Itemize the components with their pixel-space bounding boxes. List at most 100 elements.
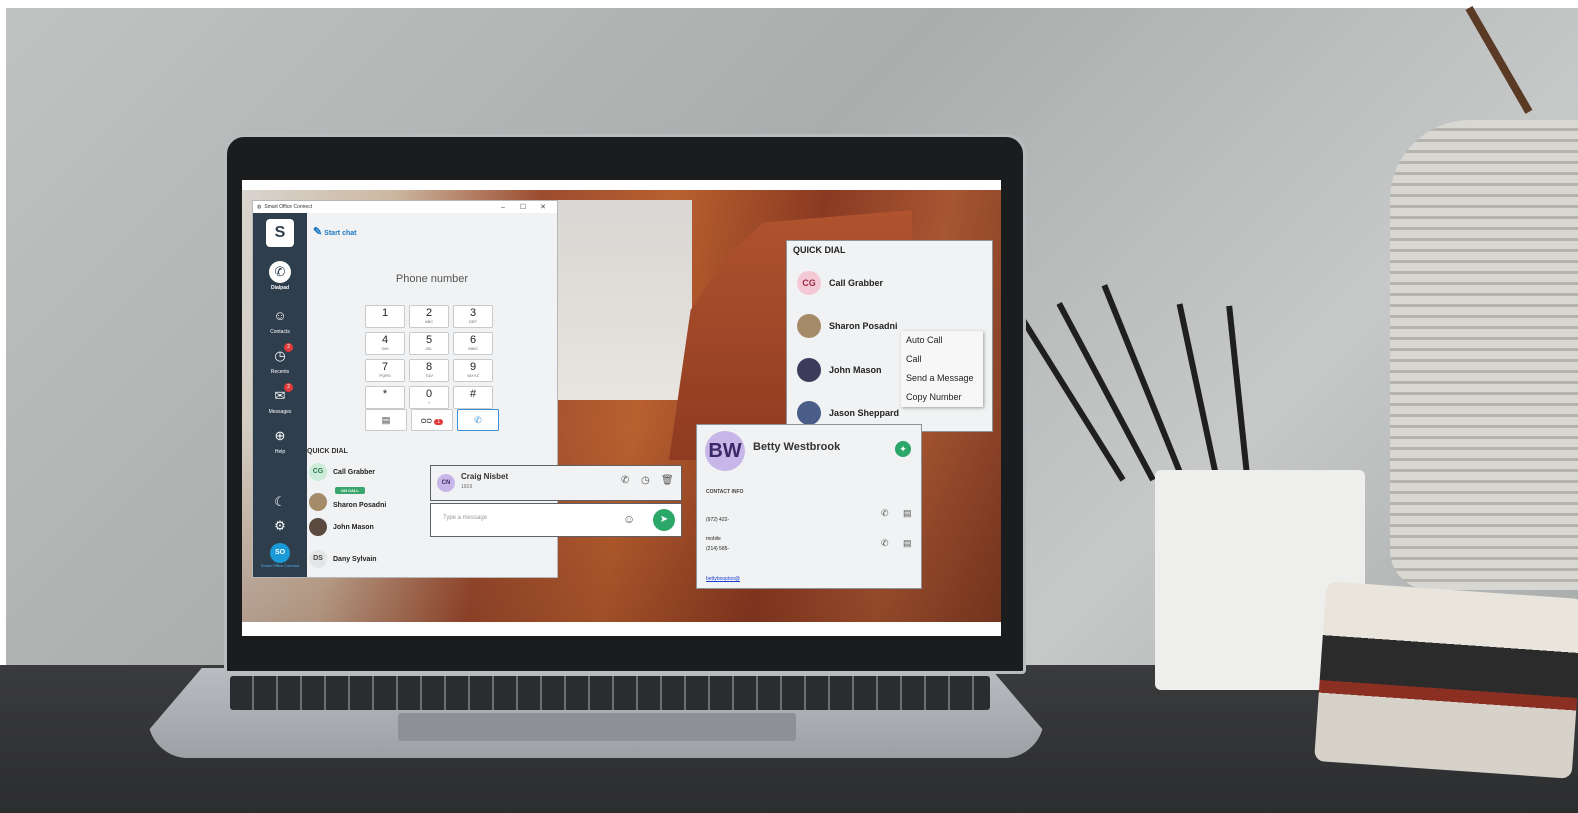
minimize-button[interactable]: –: [493, 204, 513, 211]
message-icon[interactable]: ▤: [903, 508, 912, 519]
call-button[interactable]: ✆: [457, 409, 499, 431]
app-logo-icon: S: [266, 219, 294, 247]
key-3[interactable]: 3 DEF: [453, 305, 493, 328]
avatar: CG: [797, 271, 821, 295]
laptop-keyboard: [230, 676, 990, 710]
call-icon[interactable]: ✆: [621, 475, 629, 486]
nav-recents[interactable]: ◷ 2 Recents: [253, 343, 307, 375]
menu-item-copy-number[interactable]: Copy Number: [901, 388, 983, 407]
quick-dial-item[interactable]: CG Call Grabber: [309, 463, 375, 481]
avatar: CG: [309, 463, 327, 481]
nav-label: Contacts: [270, 329, 290, 335]
key-2[interactable]: 2 ABC: [409, 305, 449, 328]
messages-badge: 2: [284, 383, 293, 392]
phone-number-input[interactable]: Phone number: [307, 273, 557, 285]
key-digit: #: [469, 388, 477, 400]
key-letters: MNO: [468, 346, 478, 351]
dnd-toggle[interactable]: ☾: [253, 491, 307, 515]
voicemail-button[interactable]: ᴑᴑ 1: [411, 409, 453, 431]
contact-name: Jason Sheppard: [829, 408, 900, 418]
window-titlebar: ◍ Smart Office Connect – ☐ ✕: [253, 201, 557, 213]
key-letters: GHI: [381, 346, 389, 351]
settings-button[interactable]: ⚙: [253, 515, 307, 539]
key-1[interactable]: 1: [365, 305, 405, 328]
key-4[interactable]: 4 GHI: [365, 332, 405, 355]
quick-dial-title: QUICK DIAL: [307, 448, 348, 455]
maximize-button[interactable]: ☐: [513, 203, 533, 211]
window-title: Smart Office Connect: [264, 204, 313, 210]
avatar-label: Smart Office Connect: [260, 563, 300, 568]
key-letters: +: [427, 400, 431, 405]
key-star[interactable]: *: [365, 386, 405, 409]
pencil-decoration: [1101, 284, 1186, 482]
nav-label: Dialpad: [270, 285, 290, 291]
contact-name: Call Grabber: [829, 278, 884, 288]
send-icon: ➤: [659, 514, 669, 525]
contact-name: Sharon Posadni: [333, 501, 387, 509]
quick-dial-item[interactable]: John Mason: [309, 518, 374, 536]
globe-icon: ⊕: [274, 428, 286, 443]
avatar: [797, 314, 821, 338]
key-7[interactable]: 7 PQRS: [365, 359, 405, 382]
message-placeholder: Type a message: [443, 515, 488, 521]
call-icon[interactable]: ✆: [881, 508, 889, 519]
quick-dial-panel: QUICK DIAL CG Call Grabber Sharon Posadn…: [786, 240, 993, 432]
chat-popup: CN Craig Nisbet 1919 ✆ ◷ 🗑 Type a messag…: [430, 465, 682, 537]
key-5[interactable]: 5 JKL: [409, 332, 449, 355]
key-0[interactable]: 0 +: [409, 386, 449, 409]
contact-icon: ☺: [273, 308, 287, 323]
quick-dial-item[interactable]: DS Dany Sylvain: [309, 550, 377, 568]
moon-icon: ☾: [274, 494, 286, 509]
key-digit: 8: [425, 361, 433, 373]
message-button[interactable]: ▤: [365, 409, 407, 431]
quick-dial-item[interactable]: CG Call Grabber: [797, 271, 883, 295]
chat-contact-name: Craig Nisbet: [461, 472, 509, 481]
quick-dial-item[interactable]: ON CALL Sharon Posadni: [309, 487, 387, 511]
message-input[interactable]: Type a message ☺ ➤: [430, 503, 682, 537]
key-digit: 9: [469, 361, 477, 373]
message-icon[interactable]: ▤: [903, 538, 912, 549]
key-hash[interactable]: #: [453, 386, 493, 409]
pin-button[interactable]: ✦: [895, 441, 911, 457]
timer-icon[interactable]: ◷: [641, 475, 650, 486]
frame-top: [0, 0, 1578, 8]
key-6[interactable]: 6 MNO: [453, 332, 493, 355]
nav-contacts[interactable]: ☺ Contacts: [253, 305, 307, 335]
quick-dial-item[interactable]: John Mason: [797, 358, 882, 382]
menu-item-call[interactable]: Call: [901, 350, 983, 369]
key-digit: 3: [469, 307, 477, 319]
gear-icon: ⚙: [274, 518, 286, 533]
key-digit: 1: [381, 307, 389, 319]
pencil-decoration: [1176, 303, 1221, 486]
key-digit: 6: [469, 334, 477, 346]
menu-item-send-message[interactable]: Send a Message: [901, 369, 983, 388]
keypad: 1 2 ABC 3 DEF 4 GHI 5 JKL 6 MNO 7 PQRS 8 TUV 9W…: [365, 305, 497, 409]
menu-item-auto-call[interactable]: Auto Call: [901, 331, 983, 350]
nav-label: Help: [274, 449, 286, 455]
user-avatar[interactable]: SO Smart Office Connect: [253, 543, 307, 569]
nav-messages[interactable]: ✉ 2 Messages: [253, 383, 307, 415]
key-9[interactable]: 9 WXYZ: [453, 359, 493, 382]
send-button[interactable]: ➤: [653, 509, 675, 531]
start-chat-label: Start chat: [324, 230, 357, 237]
close-button[interactable]: ✕: [533, 203, 553, 211]
nav-help[interactable]: ⊕ Help: [253, 425, 307, 455]
key-digit: 0: [425, 388, 433, 400]
trash-icon[interactable]: 🗑: [661, 475, 674, 486]
nav-dialpad[interactable]: ✆ Dialpad: [253, 261, 307, 291]
quick-dial-item[interactable]: Sharon Posadni: [797, 314, 898, 338]
start-chat-button[interactable]: ✎ Start chat: [313, 225, 356, 238]
email-link[interactable]: bettybooptoo@: [706, 576, 740, 582]
photo-background: ◍ Smart Office Connect – ☐ ✕ S ✆ Dialpad…: [0, 0, 1578, 813]
key-digit: 2: [425, 307, 433, 319]
avatar: [797, 358, 821, 382]
contact-card: BW Betty Westbrook ✦ CONTACT INFO (972) …: [696, 424, 922, 589]
key-8[interactable]: 8 TUV: [409, 359, 449, 382]
contact-info-header: CONTACT INFO: [706, 489, 744, 495]
laptop-trackpad: [398, 713, 796, 741]
call-icon[interactable]: ✆: [881, 538, 889, 549]
quick-dial-item[interactable]: Jason Sheppard: [797, 401, 899, 425]
key-digit: *: [382, 388, 388, 400]
emoji-icon[interactable]: ☺: [623, 512, 635, 526]
app-logo-icon: ◍: [257, 204, 262, 210]
